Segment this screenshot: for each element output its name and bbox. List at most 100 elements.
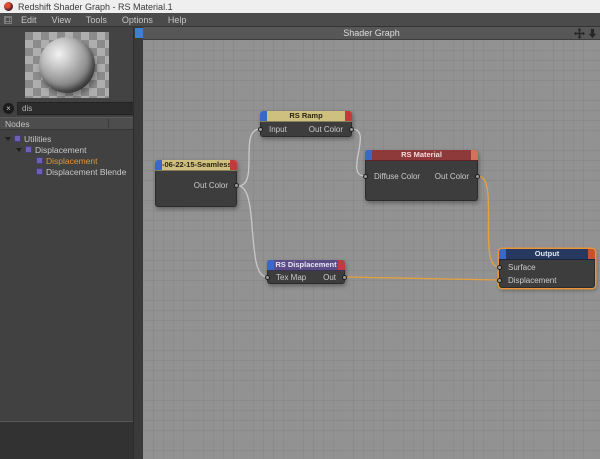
port-rs-material-diffuse-color[interactable] xyxy=(363,174,368,179)
shader-node-icon xyxy=(36,168,43,175)
node-body: Out Color xyxy=(155,171,237,207)
expand-arrow-icon[interactable] xyxy=(16,148,22,152)
port-rs-displacement-tex-map[interactable] xyxy=(265,275,270,280)
node-rs-material[interactable]: RS Material Diffuse Color Out Color xyxy=(365,150,478,201)
nodes-tree: UtilitiesDisplacementDisplacementDisplac… xyxy=(0,130,133,420)
port-label: Out Color xyxy=(194,179,228,192)
arrow-down-icon[interactable] xyxy=(587,28,598,39)
menu-item-tools[interactable]: Tools xyxy=(86,15,107,25)
preview-sphere xyxy=(39,37,95,93)
port-label: Out xyxy=(323,271,336,284)
node-header-rs-displacement[interactable]: RS Displacement xyxy=(267,260,345,271)
tree-item-label: Utilities xyxy=(24,134,51,144)
port-label: Input xyxy=(269,123,287,136)
tree-item-label: Displacement xyxy=(46,156,98,166)
node-header-rs-material[interactable]: RS Material xyxy=(365,150,478,161)
shader-node-icon xyxy=(14,135,21,142)
node-tab-right xyxy=(588,249,595,259)
shader-graph-title: Shader Graph xyxy=(143,27,600,40)
search-input[interactable] xyxy=(17,102,137,115)
tree-item-label: Displacement Blende xyxy=(46,167,126,177)
move-icon[interactable] xyxy=(574,28,585,39)
node-body: Tex Map Out xyxy=(267,271,345,284)
port-rs-material-out-color[interactable] xyxy=(475,174,480,179)
sidebar: × Nodes UtilitiesDisplacementDisplacemen… xyxy=(0,27,133,459)
port-label: Diffuse Color xyxy=(374,170,420,183)
node-row: Diffuse Color Out Color xyxy=(366,170,477,183)
nodes-list-header[interactable]: Nodes xyxy=(0,117,133,130)
node-tab-left xyxy=(260,111,267,121)
menu-item-help[interactable]: Help xyxy=(168,15,187,25)
sidebar-bottom-panel xyxy=(0,421,133,459)
port-output-displacement[interactable] xyxy=(497,278,502,283)
header-icons xyxy=(574,28,598,39)
tree-item-displacement[interactable]: Displacement xyxy=(0,144,133,155)
expand-arrow-icon[interactable] xyxy=(5,137,11,141)
menu-bar: Edit View Tools Options Help xyxy=(0,13,600,27)
port-label: Tex Map xyxy=(276,271,306,284)
nodes-layer: -06-22-15-Seamless Out Color RS Ramp Input O… xyxy=(143,40,600,459)
node-row: Surface xyxy=(500,261,594,274)
node-output[interactable]: OutputSurfaceDisplacement xyxy=(499,249,595,288)
port-label: Surface xyxy=(508,261,536,274)
node-header-output[interactable]: Output xyxy=(499,249,595,260)
node-row: Input Out Color xyxy=(261,123,351,136)
node-title: RS Ramp xyxy=(267,111,345,121)
node-tab-left xyxy=(365,150,372,160)
node-row: Displacement xyxy=(500,274,594,287)
node-title: -06-22-15-Seamless xyxy=(162,160,230,170)
node-row: Out Color xyxy=(156,179,236,192)
node-tab-right xyxy=(345,111,352,121)
node-title: Output xyxy=(506,249,588,259)
node-header-seamless[interactable]: -06-22-15-Seamless xyxy=(155,160,237,171)
menu-item-edit[interactable]: Edit xyxy=(21,15,37,25)
node-graph-canvas[interactable]: -06-22-15-Seamless Out Color RS Ramp Input O… xyxy=(143,40,600,459)
node-tab-left xyxy=(267,260,274,270)
port-rs-ramp-out-color[interactable] xyxy=(349,127,354,132)
node-body: SurfaceDisplacement xyxy=(499,260,595,288)
shader-graph-panel: Shader Graph -06-22-15-Seamless Out Color… xyxy=(143,27,600,459)
title-bar: Redshift Shader Graph - RS Material.1 xyxy=(0,0,600,13)
node-tab-right xyxy=(471,150,478,160)
main-area: × Nodes UtilitiesDisplacementDisplacemen… xyxy=(0,27,600,459)
splitter-handle-icon[interactable] xyxy=(135,28,143,38)
node-rs-displacement[interactable]: RS DisplacementTex Map Out xyxy=(267,260,345,284)
material-preview xyxy=(0,27,133,100)
window-title: Redshift Shader Graph - RS Material.1 xyxy=(18,2,173,12)
tree-item-utilities[interactable]: Utilities xyxy=(0,133,133,144)
node-title: RS Material xyxy=(372,150,471,160)
port-rs-ramp-input[interactable] xyxy=(258,127,263,132)
port-label: Displacement xyxy=(508,274,556,287)
clear-search-icon[interactable]: × xyxy=(3,103,14,114)
node-tab-right xyxy=(338,260,345,270)
redshift-shader-graph-window: Redshift Shader Graph - RS Material.1 Ed… xyxy=(0,0,600,459)
port-output-surface[interactable] xyxy=(497,265,502,270)
menu-item-options[interactable]: Options xyxy=(122,15,153,25)
menu-item-view[interactable]: View xyxy=(52,15,71,25)
port-label: Out Color xyxy=(435,170,469,183)
menu-items: Edit View Tools Options Help xyxy=(21,15,186,25)
node-rs-ramp[interactable]: RS Ramp Input Out Color xyxy=(260,111,352,137)
tree-item-displacement[interactable]: Displacement xyxy=(0,155,133,166)
node-header-rs-ramp[interactable]: RS Ramp xyxy=(260,111,352,122)
panel-splitter[interactable] xyxy=(133,27,143,459)
node-tab-left xyxy=(499,249,506,259)
node-body: Input Out Color xyxy=(260,122,352,137)
node-seamless[interactable]: -06-22-15-Seamless Out Color xyxy=(155,160,237,207)
panel-grid-icon[interactable] xyxy=(4,16,12,24)
port-rs-displacement-out[interactable] xyxy=(342,275,347,280)
shader-graph-header[interactable]: Shader Graph xyxy=(143,27,600,40)
material-preview-image xyxy=(25,32,109,98)
node-tab-left xyxy=(155,160,162,170)
port-label: Out Color xyxy=(309,123,343,136)
port-seamless-out-color[interactable] xyxy=(234,183,239,188)
tree-item-label: Displacement xyxy=(35,145,87,155)
node-title: RS Displacement xyxy=(274,260,338,270)
redshift-logo-icon xyxy=(4,2,13,11)
node-tab-right xyxy=(230,160,237,170)
node-row: Tex Map Out xyxy=(268,271,344,284)
tree-item-displacement-blende[interactable]: Displacement Blende xyxy=(0,166,133,177)
shader-node-icon xyxy=(36,157,43,164)
shader-node-icon xyxy=(25,146,32,153)
search-row: × xyxy=(0,100,133,117)
